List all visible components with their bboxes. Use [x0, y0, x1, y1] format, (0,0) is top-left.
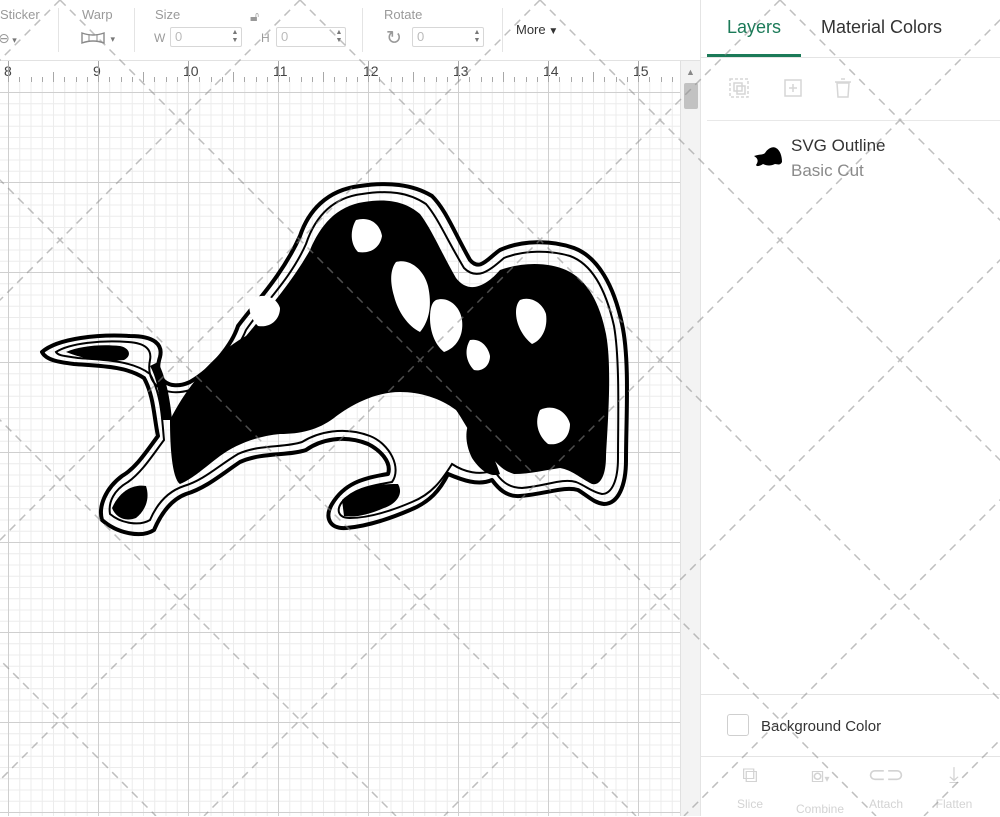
scrollbar-thumb[interactable]: [684, 83, 698, 109]
ruler-tick: [53, 72, 54, 82]
ruler-tick: [593, 72, 594, 82]
height-input[interactable]: 0 ▲ ▼: [276, 27, 346, 47]
flatten-label: Flatten: [935, 797, 973, 811]
layer-thumbnail: [754, 147, 782, 167]
delete-icon[interactable]: [831, 76, 855, 106]
ruler-tick: [143, 72, 144, 82]
ruler-tick: [8, 61, 9, 82]
toolbar-divider: [58, 8, 59, 52]
sticker-label: Sticker: [0, 7, 40, 22]
ruler-number: 13: [453, 63, 469, 79]
bottom-action-bar: ⧉ Slice ⧇▾ Combine ⊂⊃ Attach ⤓ Flatten: [701, 756, 1000, 817]
ruler-number: 10: [183, 63, 199, 79]
rotate-label: Rotate: [384, 7, 423, 22]
toolbar-divider: [134, 8, 135, 52]
lock-icon[interactable]: 🔓︎: [250, 8, 259, 25]
ruler-number: 14: [543, 63, 559, 79]
layers-divider: [707, 120, 1000, 121]
background-color-label: Background Color: [761, 718, 882, 735]
height-stepper[interactable]: ▲ ▼: [334, 29, 344, 45]
bison-design[interactable]: [0, 82, 680, 816]
slice-label: Slice: [736, 797, 763, 811]
toolbar-divider: [502, 8, 503, 52]
flatten-button[interactable]: ⤓ Flatten: [919, 761, 989, 811]
width-input[interactable]: 0 ▲ ▼: [170, 27, 242, 47]
height-prefix: H: [261, 31, 270, 45]
design-canvas[interactable]: [0, 82, 680, 816]
top-toolbar: Sticker ⊖ ▾ Warp ▾ Size 🔓︎ W 0 ▲ ▼ H 0 ▲ ▼…: [0, 0, 700, 61]
rotate-value: 0: [417, 29, 425, 44]
ruler-tick: [98, 61, 99, 82]
ruler-tick: [548, 61, 549, 82]
slice-button[interactable]: ⧉ Slice: [715, 761, 785, 811]
more-button[interactable]: More ▼: [516, 22, 558, 37]
attach-icon: ⊂⊃: [867, 762, 905, 787]
width-value: 0: [175, 29, 183, 44]
sticker-dropdown[interactable]: ⊖ ▾: [0, 30, 17, 47]
layer-name: SVG Outline: [791, 136, 886, 155]
attach-label: Attach: [868, 797, 904, 811]
warp-dropdown[interactable]: ▾: [80, 30, 115, 51]
rotate-stepper[interactable]: ▲ ▼: [472, 29, 482, 45]
background-color-swatch[interactable]: [727, 714, 749, 736]
ruler-number: 15: [633, 63, 649, 79]
height-value: 0: [281, 29, 289, 44]
warp-label: Warp: [82, 7, 113, 22]
tab-material-colors[interactable]: Material Colors: [821, 17, 942, 38]
ruler-tick: [638, 61, 639, 82]
ruler-number: 11: [273, 63, 288, 79]
ruler-tick: [458, 61, 459, 82]
background-divider: [701, 694, 1000, 695]
ruler-tick: [323, 72, 324, 82]
ruler-tick: [278, 61, 279, 82]
width-prefix: W: [154, 31, 166, 45]
ruler-tick: [503, 72, 504, 82]
tab-layers[interactable]: Layers: [727, 17, 781, 38]
combine-button[interactable]: ⧇▾ Combine: [785, 761, 855, 816]
layers-panel: Layers Material Colors SVG Outline Basic…: [700, 0, 1000, 816]
slice-icon: ⧉: [742, 762, 758, 787]
ruler-tick: [188, 61, 189, 82]
duplicate-icon[interactable]: [781, 76, 805, 106]
rotate-icon: ↻: [386, 28, 402, 49]
ruler-number: 9: [93, 63, 101, 79]
layer-cut-type: Basic Cut: [791, 161, 864, 180]
width-stepper[interactable]: ▲ ▼: [230, 29, 240, 45]
attach-button[interactable]: ⊂⊃ Attach: [851, 761, 921, 811]
combine-label: Combine: [795, 802, 845, 816]
scroll-up-arrow-icon[interactable]: ▲: [686, 67, 695, 77]
more-label: More: [516, 22, 546, 37]
flatten-icon: ⤓: [949, 762, 959, 787]
toolbar-divider: [362, 8, 363, 52]
ruler-tick: [413, 72, 414, 82]
combine-icon: ⧇▾: [810, 762, 830, 787]
rotate-input[interactable]: 0 ▲ ▼: [412, 27, 484, 47]
vertical-scrollbar[interactable]: ▲: [680, 61, 700, 816]
group-icon[interactable]: [727, 76, 751, 106]
tabs-divider: [701, 57, 1000, 58]
ruler-tick: [368, 61, 369, 82]
size-label: Size: [155, 7, 181, 22]
ruler-tick: [233, 72, 234, 82]
horizontal-ruler: 8 9 10 11 12 13 14 15: [0, 61, 680, 83]
warp-icon: [81, 32, 105, 44]
ruler-number: 12: [363, 63, 379, 79]
caret-down-icon: ▼: [545, 26, 559, 37]
